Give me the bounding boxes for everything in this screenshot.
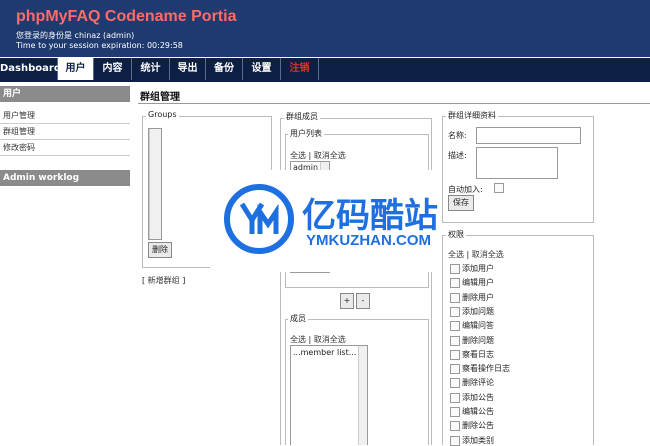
main-nav: Dashboard 用户 内容 统计 导出 备份 设置 注销	[0, 58, 650, 82]
group-description-textarea[interactable]	[476, 147, 558, 179]
members-legend: 成员	[288, 313, 308, 324]
permission-checkbox[interactable]	[450, 335, 460, 346]
permission-checkbox[interactable]	[450, 278, 460, 289]
remove-member-button[interactable]: -	[356, 293, 370, 309]
groups-listbox[interactable]	[148, 128, 162, 240]
tab-statistics[interactable]: 统计	[132, 58, 170, 80]
admin-worklog-title: Admin worklog	[0, 170, 130, 186]
title-divider	[138, 103, 650, 104]
tab-content[interactable]: 内容	[94, 58, 132, 80]
tab-export[interactable]: 导出	[170, 58, 206, 80]
tab-backup[interactable]: 备份	[206, 58, 243, 80]
add-member-button[interactable]: +	[340, 293, 354, 309]
tab-users[interactable]: 用户	[58, 58, 94, 80]
sidebar-item-change-password[interactable]: 修改密码	[0, 140, 130, 156]
user-list-deselect-all[interactable]: 取消全选	[314, 151, 346, 160]
permission-label: 察看日志	[462, 349, 494, 359]
permission-checkbox[interactable]	[450, 378, 460, 389]
permission-label: 察看操作日志	[462, 364, 510, 374]
permission-label: 添加用户	[462, 264, 494, 273]
session-expiration: Time to your session expiration: 00:29:5…	[16, 41, 183, 50]
groups-legend: Groups	[146, 110, 179, 119]
members-select-all[interactable]: 全选	[290, 335, 306, 344]
permission-label: 添加问题	[462, 306, 494, 316]
group-members-legend: 群组成员	[284, 111, 320, 122]
watermark-logo-icon	[224, 184, 294, 254]
permission-label: 编辑公告	[462, 407, 494, 416]
permission-checkbox[interactable]	[450, 292, 460, 303]
sidebar: 用户 用户管理 群组管理 修改密码 Admin worklog	[0, 86, 130, 186]
permission-checkbox[interactable]	[450, 435, 460, 446]
permissions-select-row: 全选 | 取消全选	[448, 249, 504, 260]
page-title: 群组管理	[140, 92, 180, 103]
separator: |	[308, 335, 312, 344]
tab-settings[interactable]: 设置	[243, 58, 281, 80]
permission-checkbox[interactable]	[450, 349, 460, 360]
logged-in-user: 您登录的身份是 chinaz (admin)	[16, 31, 135, 40]
user-list-legend: 用户列表	[288, 128, 324, 139]
user-list-select-row: 全选 | 取消全选	[290, 150, 346, 161]
member-listbox[interactable]: ...member list...	[290, 345, 368, 445]
delete-group-button[interactable]: 删除	[148, 242, 172, 258]
sidebar-item-group-management[interactable]: 群组管理	[0, 124, 130, 140]
permission-label: 删除评论	[462, 378, 494, 388]
app-title: phpMyFAQ Codename Portia	[16, 8, 237, 25]
bracket-close: ]	[182, 276, 186, 285]
auto-join-label: 自动加入:	[448, 185, 483, 194]
sidebar-item-user-management[interactable]: 用户管理	[0, 108, 130, 124]
permission-label: 删除用户	[462, 292, 494, 302]
bracket-open: [	[142, 276, 146, 285]
watermark-text-en: YMKUZHAN.COM	[306, 232, 431, 249]
members-deselect-all[interactable]: 取消全选	[314, 335, 346, 344]
separator: |	[308, 151, 312, 160]
permission-label: 添加公告	[462, 392, 494, 402]
add-group-link[interactable]: 新增群组	[148, 276, 180, 285]
permission-checkbox[interactable]	[450, 407, 460, 417]
auto-join-checkbox[interactable]	[494, 183, 504, 193]
add-group-row: [ 新增群组 ]	[142, 275, 185, 286]
tab-logout[interactable]: 注销	[281, 58, 319, 80]
permission-checkbox[interactable]	[450, 364, 460, 375]
watermark: 亿码酷站 YMKUZHAN.COM	[210, 170, 440, 272]
permission-checkbox[interactable]	[450, 392, 460, 403]
app-header: phpMyFAQ Codename Portia 您登录的身份是 chinaz …	[0, 0, 650, 57]
permission-checkbox[interactable]	[450, 321, 460, 332]
permissions-select-all[interactable]: 全选	[448, 250, 464, 259]
members-select-row: 全选 | 取消全选	[290, 334, 346, 345]
member-list-scrollbar[interactable]	[358, 346, 367, 445]
permission-checkbox[interactable]	[450, 306, 460, 317]
permission-checkbox[interactable]	[450, 421, 460, 432]
permissions-legend: 权限	[446, 229, 466, 240]
group-details-legend: 群组详细资料	[446, 110, 498, 121]
user-list-select-all[interactable]: 全选	[290, 151, 306, 160]
description-label: 描述:	[448, 151, 467, 160]
permission-label: 编辑问答	[462, 321, 494, 331]
permissions-deselect-all[interactable]: 取消全选	[472, 250, 504, 259]
name-label: 名称:	[448, 131, 467, 140]
save-button[interactable]: 保存	[448, 195, 474, 211]
sidebar-section-title: 用户	[0, 86, 130, 102]
separator: |	[466, 250, 470, 259]
tab-dashboard[interactable]: Dashboard	[0, 58, 61, 80]
permission-label: 删除问题	[462, 335, 494, 345]
permission-label: 删除公告	[462, 421, 494, 431]
watermark-text-cn: 亿码酷站	[302, 196, 438, 236]
permission-label: 编辑用户	[462, 278, 494, 288]
permission-checkbox[interactable]	[450, 264, 460, 274]
member-list-placeholder: ...member list...	[293, 348, 357, 357]
group-name-input[interactable]	[476, 127, 581, 144]
groups-scrollbar[interactable]	[149, 129, 161, 239]
